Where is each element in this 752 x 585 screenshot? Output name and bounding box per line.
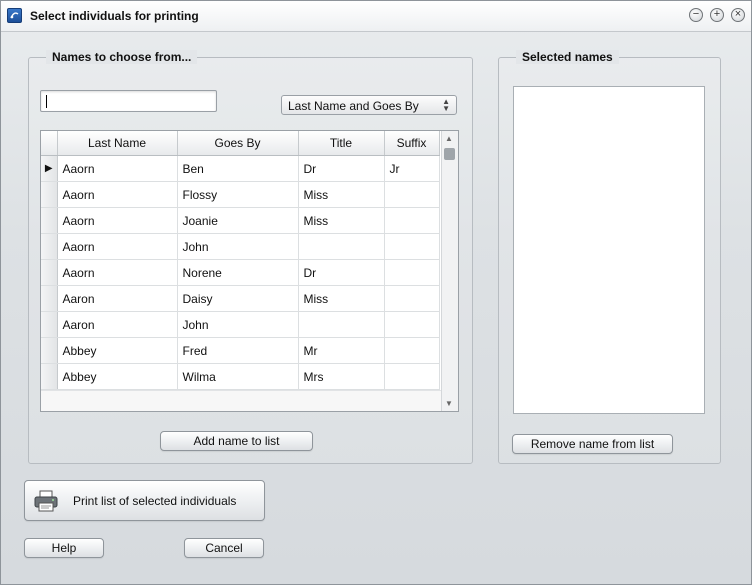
- suffix-cell: [384, 337, 440, 364]
- table-row[interactable]: Aaorn Joanie Miss: [41, 207, 440, 234]
- title-cell: [298, 311, 385, 338]
- search-input[interactable]: [40, 90, 217, 112]
- goes-by-cell: Fred: [177, 337, 299, 364]
- goes-by-cell: Daisy: [177, 285, 299, 312]
- last-name-cell: Aaorn: [57, 233, 178, 260]
- print-selected-label: Print list of selected individuals: [73, 494, 237, 508]
- scrollbar-thumb[interactable]: [444, 148, 455, 160]
- last-name-cell: Aaron: [57, 285, 178, 312]
- title-cell: Miss: [298, 207, 385, 234]
- row-selector-header: [41, 131, 58, 156]
- selected-names-group: Selected names Remove name from list: [498, 50, 721, 464]
- app-icon: [7, 8, 22, 23]
- title-cell: Dr: [298, 155, 385, 182]
- goes-by-cell: Wilma: [177, 363, 299, 390]
- close-button[interactable]: ×: [731, 8, 745, 22]
- printer-icon: [34, 490, 58, 512]
- last-name-cell: Aaorn: [57, 155, 178, 182]
- cancel-button[interactable]: Cancel: [184, 538, 264, 558]
- column-header-title[interactable]: Title: [298, 131, 385, 156]
- minimize-button[interactable]: −: [689, 8, 703, 22]
- names-to-choose-title: Names to choose from...: [46, 50, 198, 64]
- table-row[interactable]: Aaorn Norene Dr: [41, 259, 440, 286]
- names-table: Last Name Goes By Title Suffix ▶ Aaorn B…: [41, 131, 440, 390]
- column-header-last-name[interactable]: Last Name: [57, 131, 178, 156]
- selected-names-title: Selected names: [516, 50, 619, 64]
- table-row[interactable]: Aaorn John: [41, 233, 440, 260]
- names-grid[interactable]: Last Name Goes By Title Suffix ▶ Aaorn B…: [40, 130, 459, 412]
- goes-by-cell: Ben: [177, 155, 299, 182]
- title-cell: Mr: [298, 337, 385, 364]
- suffix-cell: [384, 259, 440, 286]
- suffix-cell: [384, 363, 440, 390]
- row-selector[interactable]: [41, 337, 58, 364]
- goes-by-cell: Norene: [177, 259, 299, 286]
- header-row: Last Name Goes By Title Suffix: [41, 131, 440, 156]
- table-row[interactable]: ▶ Aaorn Ben Dr Jr: [41, 155, 440, 182]
- dialog-window: Select individuals for printing − + × Na…: [0, 0, 752, 585]
- help-button[interactable]: Help: [24, 538, 104, 558]
- table-row[interactable]: Aaorn Flossy Miss: [41, 181, 440, 208]
- column-header-suffix[interactable]: Suffix: [384, 131, 440, 156]
- table-row[interactable]: Abbey Fred Mr: [41, 337, 440, 364]
- text-caret: [46, 95, 47, 108]
- last-name-cell: Aaron: [57, 311, 178, 338]
- updown-arrows-icon: ▲ ▼: [442, 97, 450, 113]
- grid-vertical-scrollbar[interactable]: ▲ ▼: [441, 131, 458, 411]
- sort-dropdown-value: Last Name and Goes By: [288, 99, 419, 113]
- scroll-up-icon[interactable]: ▲: [445, 134, 453, 143]
- goes-by-cell: John: [177, 233, 299, 260]
- row-selector[interactable]: [41, 207, 58, 234]
- title-cell: Mrs: [298, 363, 385, 390]
- names-to-choose-group: Names to choose from... Last Name and Go…: [28, 50, 473, 464]
- suffix-cell: [384, 207, 440, 234]
- row-selector[interactable]: [41, 311, 58, 338]
- suffix-cell: [384, 311, 440, 338]
- row-selector[interactable]: [41, 259, 58, 286]
- current-row-indicator-icon: ▶: [41, 155, 58, 182]
- row-selector[interactable]: [41, 285, 58, 312]
- selected-names-list[interactable]: [513, 86, 705, 414]
- print-selected-button[interactable]: Print list of selected individuals: [24, 480, 265, 521]
- add-name-button[interactable]: Add name to list: [160, 431, 313, 451]
- grid-empty-footer: [41, 390, 442, 411]
- last-name-cell: Aaorn: [57, 259, 178, 286]
- table-row[interactable]: Aaron Daisy Miss: [41, 285, 440, 312]
- title-cell: Miss: [298, 181, 385, 208]
- suffix-cell: [384, 233, 440, 260]
- remove-name-button[interactable]: Remove name from list: [512, 434, 673, 454]
- suffix-cell: [384, 181, 440, 208]
- table-row[interactable]: Abbey Wilma Mrs: [41, 363, 440, 390]
- row-selector[interactable]: [41, 233, 58, 260]
- suffix-cell: [384, 285, 440, 312]
- last-name-cell: Aaorn: [57, 181, 178, 208]
- title-cell: Miss: [298, 285, 385, 312]
- column-header-goes-by[interactable]: Goes By: [177, 131, 299, 156]
- row-selector[interactable]: [41, 181, 58, 208]
- window-title: Select individuals for printing: [30, 9, 199, 23]
- last-name-cell: Abbey: [57, 337, 178, 364]
- goes-by-cell: John: [177, 311, 299, 338]
- title-bar: Select individuals for printing − + ×: [1, 1, 751, 32]
- row-selector[interactable]: [41, 363, 58, 390]
- maximize-button[interactable]: +: [710, 8, 724, 22]
- goes-by-cell: Flossy: [177, 181, 299, 208]
- title-cell: [298, 233, 385, 260]
- suffix-cell: Jr: [384, 155, 440, 182]
- last-name-cell: Aaorn: [57, 207, 178, 234]
- title-cell: Dr: [298, 259, 385, 286]
- goes-by-cell: Joanie: [177, 207, 299, 234]
- sort-dropdown[interactable]: Last Name and Goes By ▲ ▼: [281, 95, 457, 115]
- scroll-down-icon[interactable]: ▼: [445, 399, 453, 408]
- table-row[interactable]: Aaron John: [41, 311, 440, 338]
- last-name-cell: Abbey: [57, 363, 178, 390]
